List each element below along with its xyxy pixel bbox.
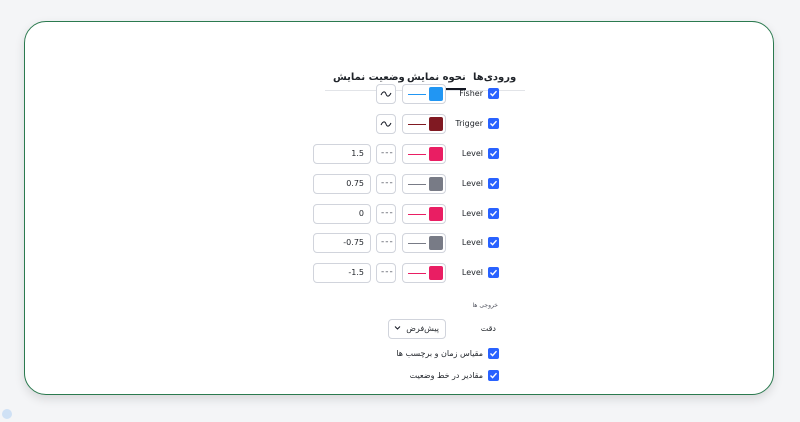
level-4-line-style[interactable]: --- — [376, 233, 396, 253]
level-1-value: 1.5 — [351, 149, 364, 158]
color-swatch — [429, 117, 443, 131]
wave-line-icon — [380, 91, 392, 97]
level-1-label: Level — [461, 149, 483, 158]
chevron-down-icon — [394, 326, 401, 330]
level-4-color-picker[interactable] — [402, 233, 446, 253]
precision-label: دقت — [480, 324, 496, 333]
trigger-plot-type[interactable] — [376, 114, 396, 134]
level-2-color-picker[interactable] — [402, 174, 446, 194]
level-2-value: 0.75 — [346, 179, 364, 188]
level-5-line-style[interactable]: --- — [376, 263, 396, 283]
settings-dialog: ورودی‌ها نحوه نمایش وضعیت نمایش Fisher T… — [24, 21, 774, 395]
check-icon — [490, 269, 498, 276]
precision-select[interactable]: پیش‌فرض — [388, 319, 446, 339]
level-5-value-input[interactable]: -1.5 — [313, 263, 371, 283]
level-2-line-style[interactable]: --- — [376, 174, 396, 194]
check-icon — [490, 210, 498, 217]
level-1-value-input[interactable]: 1.5 — [313, 144, 371, 164]
dashed-line-icon: --- — [381, 267, 394, 277]
color-swatch — [429, 87, 443, 101]
status-values-label: مقادیر در خط وضعیت — [409, 371, 483, 380]
level-1-checkbox[interactable] — [488, 148, 499, 159]
fisher-label: Fisher — [459, 89, 483, 98]
tab-style[interactable]: نحوه نمایش — [407, 72, 466, 90]
precision-value: پیش‌فرض — [406, 324, 439, 333]
line-preview — [408, 273, 426, 274]
line-preview — [408, 154, 426, 155]
color-swatch — [429, 236, 443, 250]
level-5-color-picker[interactable] — [402, 263, 446, 283]
level-3-checkbox[interactable] — [488, 208, 499, 219]
level-5-label: Level — [461, 268, 483, 277]
color-swatch — [429, 177, 443, 191]
check-icon — [490, 90, 498, 97]
level-3-line-style[interactable]: --- — [376, 204, 396, 224]
fisher-checkbox[interactable] — [488, 88, 499, 99]
tab-visibility[interactable]: وضعیت نمایش — [333, 72, 405, 83]
level-2-checkbox[interactable] — [488, 178, 499, 189]
level-3-value: 0 — [358, 209, 364, 218]
check-icon — [490, 239, 498, 246]
color-swatch — [429, 266, 443, 280]
wave-line-icon — [380, 121, 392, 127]
level-5-value: -1.5 — [348, 268, 364, 277]
outputs-title: خروجی ها — [472, 302, 498, 309]
color-swatch — [429, 207, 443, 221]
trigger-checkbox[interactable] — [488, 118, 499, 129]
check-icon — [490, 180, 498, 187]
dashed-line-icon: --- — [381, 237, 394, 247]
level-1-line-style[interactable]: --- — [376, 144, 396, 164]
dashed-line-icon: --- — [381, 208, 394, 218]
fisher-color-picker[interactable] — [402, 84, 446, 104]
scale-labels-label: مقیاس زمان و برچسب ها — [396, 349, 483, 358]
level-4-value-input[interactable]: -0.75 — [313, 233, 371, 253]
level-5-checkbox[interactable] — [488, 267, 499, 278]
check-icon — [490, 150, 498, 157]
line-preview — [408, 94, 426, 95]
scale-labels-checkbox[interactable] — [488, 348, 499, 359]
line-preview — [408, 124, 426, 125]
level-2-value-input[interactable]: 0.75 — [313, 174, 371, 194]
fisher-plot-type[interactable] — [376, 84, 396, 104]
level-3-value-input[interactable]: 0 — [313, 204, 371, 224]
check-icon — [490, 350, 498, 357]
line-preview — [408, 184, 426, 185]
line-preview — [408, 243, 426, 244]
assistant-icon[interactable] — [2, 409, 12, 419]
line-preview — [408, 214, 426, 215]
level-3-label: Level — [461, 209, 483, 218]
color-swatch — [429, 147, 443, 161]
trigger-label: Trigger — [455, 119, 483, 128]
level-4-checkbox[interactable] — [488, 237, 499, 248]
level-4-value: -0.75 — [343, 238, 364, 247]
dashed-line-icon: --- — [381, 178, 394, 188]
level-1-color-picker[interactable] — [402, 144, 446, 164]
trigger-color-picker[interactable] — [402, 114, 446, 134]
check-icon — [490, 120, 498, 127]
level-2-label: Level — [461, 179, 483, 188]
level-4-label: Level — [461, 238, 483, 247]
level-3-color-picker[interactable] — [402, 204, 446, 224]
dashed-line-icon: --- — [381, 148, 394, 158]
status-values-checkbox[interactable] — [488, 370, 499, 381]
check-icon — [490, 372, 498, 379]
tab-inputs[interactable]: ورودی‌ها — [473, 72, 516, 83]
